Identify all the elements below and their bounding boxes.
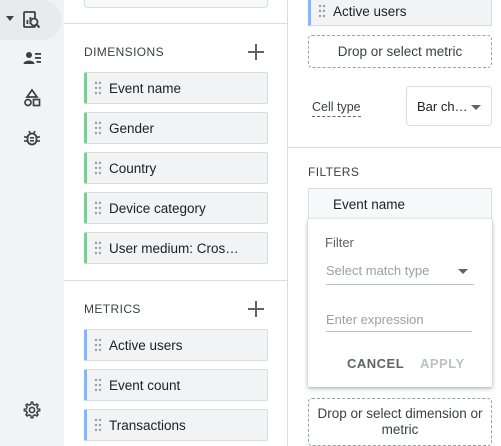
metrics-title: METRICS (84, 302, 141, 316)
drag-handle-icon[interactable] (87, 113, 109, 143)
metric-label: Transactions (109, 417, 186, 433)
metric-label: Event count (109, 377, 181, 393)
cell-type-select[interactable]: Bar ch… (406, 86, 492, 126)
left-nav-rail (0, 0, 64, 446)
nav-admin-settings[interactable] (0, 390, 64, 430)
drag-handle-icon[interactable] (87, 73, 109, 103)
drag-handle-icon[interactable] (87, 370, 109, 400)
nav-explore[interactable] (0, 0, 62, 40)
dimension-chip-country[interactable]: Country (84, 152, 268, 184)
values-chip-active-users[interactable]: Active users (308, 0, 492, 26)
drop-dimension-or-metric-zone[interactable]: Drop or select dimension or metric (308, 398, 492, 446)
report-explore-icon (23, 11, 41, 29)
nav-debug[interactable] (0, 118, 64, 158)
dimensions-title: DIMENSIONS (84, 45, 165, 59)
debug-bug-icon (24, 130, 40, 146)
expand-caret-icon[interactable] (6, 16, 14, 21)
variables-panel: DIMENSIONS Event name Gender Country Dev… (64, 0, 288, 446)
dimension-label: Device category (109, 200, 206, 216)
drag-handle-icon[interactable] (87, 153, 109, 183)
divider (64, 23, 288, 24)
user-list-icon (23, 52, 41, 64)
values-chip-label: Active users (333, 3, 407, 19)
shapes-icon (24, 88, 41, 107)
filter-card-title: Filter (325, 235, 354, 250)
dimension-chip-device-category[interactable]: Device category (84, 192, 268, 224)
cell-type-value: Bar ch… (417, 98, 468, 114)
add-dimension-plus-icon[interactable] (248, 44, 264, 60)
metric-chip-active-users[interactable]: Active users (84, 329, 268, 361)
drag-handle-icon[interactable] (87, 233, 109, 263)
cell-type-label: Cell type (312, 100, 361, 117)
dimension-label: User medium: Cros… (109, 240, 239, 256)
add-metric-plus-icon[interactable] (248, 301, 264, 317)
dimension-chip-gender[interactable]: Gender (84, 112, 268, 144)
nav-audiences[interactable] (0, 38, 64, 78)
filter-editor-card: Filter Select match type CANCEL APPLY (308, 219, 492, 387)
dimension-label: Event name (109, 80, 182, 96)
match-type-placeholder: Select match type (326, 263, 430, 278)
drag-handle-icon[interactable] (87, 330, 109, 360)
dimension-chip-event-name[interactable]: Event name (84, 72, 268, 104)
divider (288, 147, 501, 148)
settings-gear-icon (23, 401, 41, 419)
filter-dimension-chip[interactable]: Event name (308, 188, 492, 220)
dimension-label: Country (109, 160, 157, 176)
filters-title: FILTERS (308, 165, 360, 179)
scrolled-item-stub (84, 0, 268, 8)
match-type-select[interactable]: Select match type (326, 263, 474, 285)
dimension-chip-user-medium[interactable]: User medium: Cros… (84, 232, 268, 264)
drag-handle-icon[interactable] (311, 0, 333, 25)
divider (64, 280, 288, 281)
nav-configure[interactable] (0, 78, 64, 118)
dropdown-arrow-icon (458, 269, 468, 274)
apply-button[interactable]: APPLY (420, 356, 465, 371)
metric-chip-transactions[interactable]: Transactions (84, 409, 268, 441)
drop-metric-zone[interactable]: Drop or select metric (308, 35, 492, 68)
cancel-button[interactable]: CANCEL (347, 356, 404, 371)
metric-chip-event-count[interactable]: Event count (84, 369, 268, 401)
dimension-label: Gender (109, 120, 155, 136)
drag-handle-icon[interactable] (87, 410, 109, 440)
metric-label: Active users (109, 337, 183, 353)
expression-input[interactable] (326, 308, 472, 332)
tab-settings-panel: Active users Drop or select metric Cell … (288, 0, 501, 446)
drag-handle-icon[interactable] (87, 193, 109, 223)
dropdown-arrow-icon (471, 105, 481, 110)
